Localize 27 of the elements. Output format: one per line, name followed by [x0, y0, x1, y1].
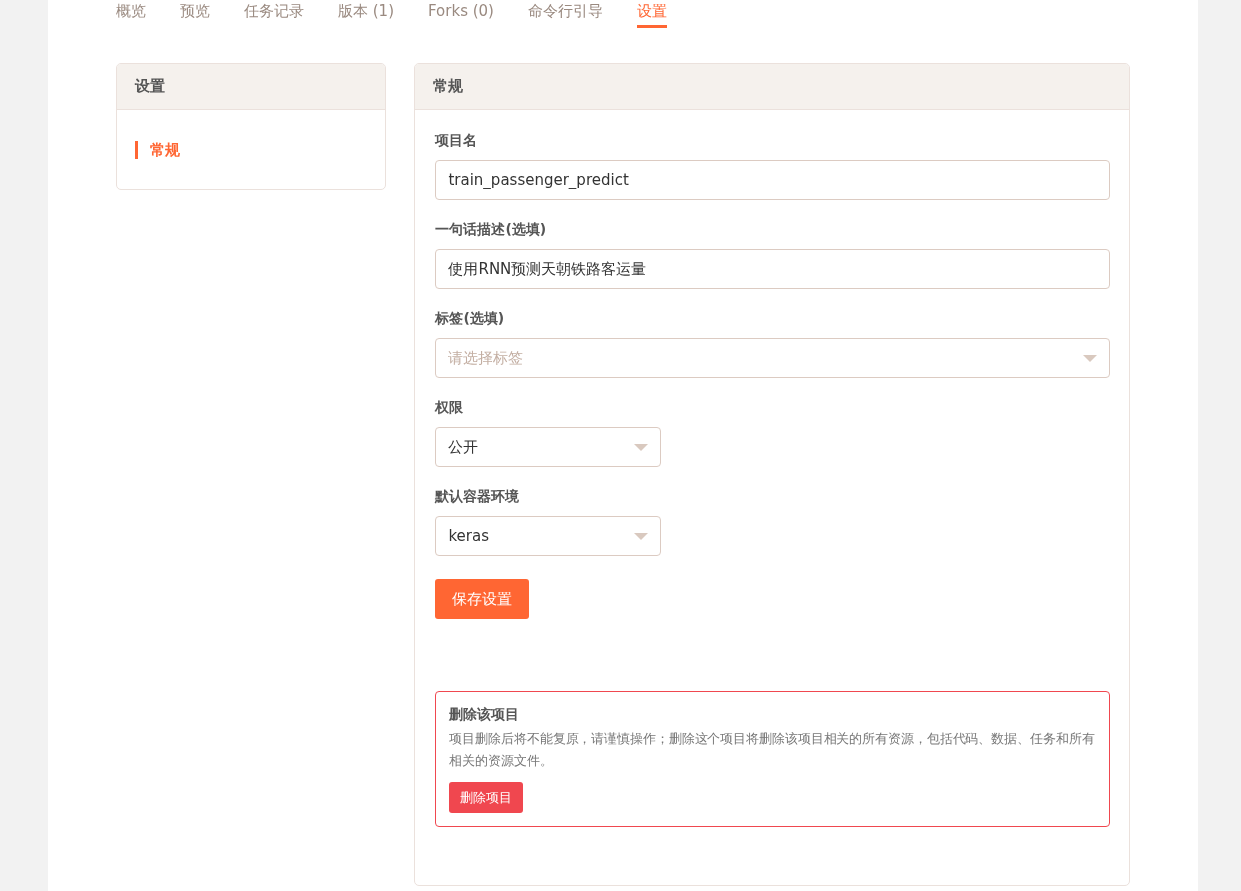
sidebar-item[interactable]: 常规: [135, 141, 180, 159]
field-label: 默认容器环境: [435, 488, 521, 506]
delete-button[interactable]: 删除项目: [449, 782, 524, 813]
panel-title: 常规: [433, 77, 464, 96]
tab[interactable]: 版本 (1): [338, 0, 394, 28]
danger-description: 项目删除后将不能复原，请谨慎操作；删除这个项目将删除该项目相关的所有资源，包括代码、数据、任务和所有相关的资源文件。: [449, 730, 1096, 770]
tab[interactable]: 设置: [637, 0, 667, 28]
caret-icon: [1083, 354, 1098, 362]
field-label: 项目名: [435, 132, 479, 150]
caret-icon: [634, 532, 649, 540]
input-field[interactable]: train_passenger_predict: [435, 160, 1111, 200]
select-field[interactable]: keras: [435, 516, 662, 556]
field-label: 标签(选填): [435, 310, 506, 328]
panel-title: 设置: [135, 77, 165, 96]
tab[interactable]: 概览: [116, 0, 146, 28]
field-label: 权限: [435, 399, 465, 417]
field-label: 一句话描述(选填): [435, 221, 548, 239]
select-field[interactable]: 请选择标签: [435, 338, 1111, 378]
save-button[interactable]: 保存设置: [435, 579, 530, 619]
tab[interactable]: 命令行引导: [528, 0, 603, 28]
select-field[interactable]: 公开: [435, 427, 662, 467]
danger-title: 删除该项目: [449, 706, 520, 724]
caret-icon: [634, 443, 649, 451]
input-field[interactable]: 使用RNN预测天朝铁路客运量: [435, 249, 1111, 289]
tab[interactable]: Forks (0): [428, 0, 494, 27]
tab[interactable]: 预览: [180, 0, 210, 28]
tab[interactable]: 任务记录: [244, 0, 304, 28]
